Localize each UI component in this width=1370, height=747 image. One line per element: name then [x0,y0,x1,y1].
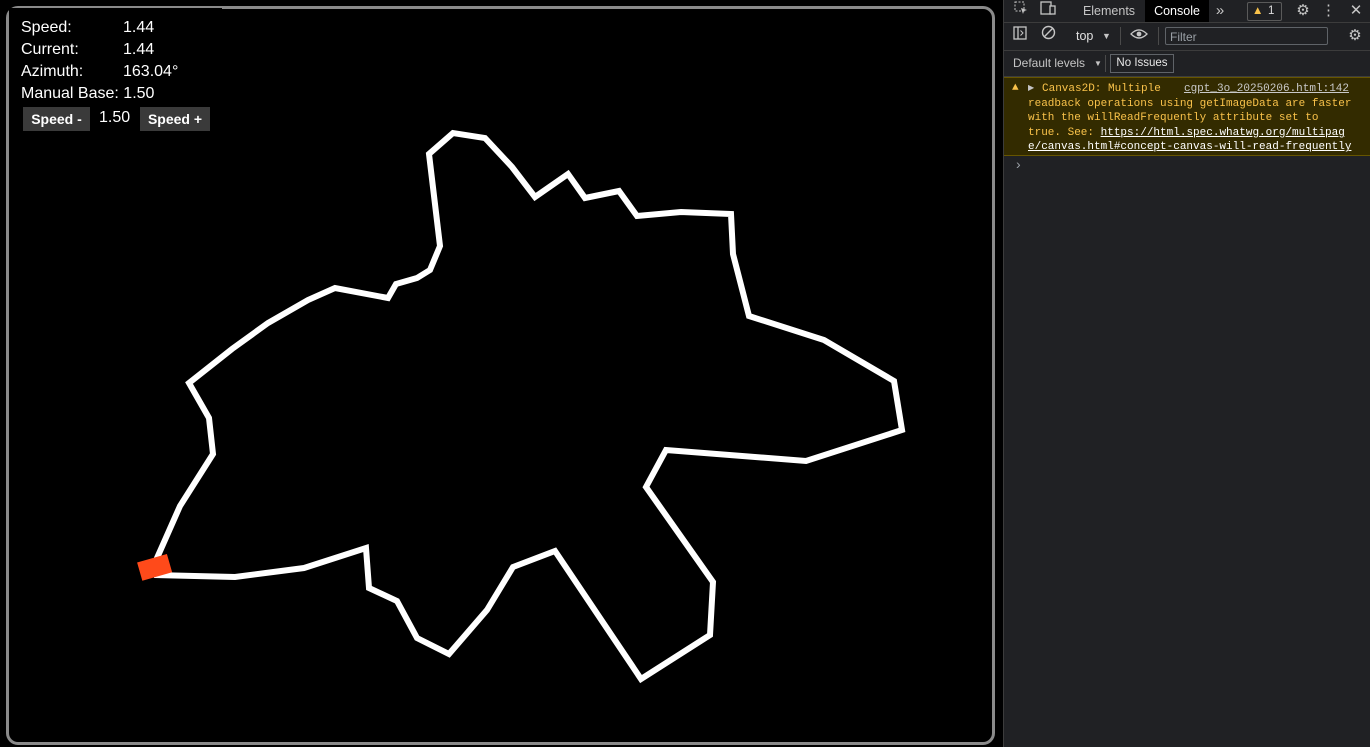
devtools-tabbar: Elements Console » ▲ 1 ⚙ ⋮ ✕ [1004,0,1370,23]
console-prompt[interactable]: › [1016,156,1021,172]
warning-line-2: readback operations using getImageData a… [1028,97,1352,110]
tab-elements[interactable]: Elements [1078,0,1140,22]
log-levels-bar: Default levels ▼ No Issues [1004,51,1370,77]
hud-current-row: Current: 1.44 [21,40,154,60]
console-settings-gear-icon[interactable]: ⚙ [1346,25,1364,47]
warning-triangle-icon: ▲ [1012,82,1019,94]
devtools-panel: Elements Console » ▲ 1 ⚙ ⋮ ✕ top ▼ Filte… [1003,0,1370,747]
game-page: Speed: 1.44 Current: 1.44 Azimuth: 163.0… [0,0,1003,747]
current-label: Current: [21,41,79,58]
filter-input[interactable]: Filter [1165,27,1328,45]
speed-display: 1.50 [99,109,131,126]
warning-line-3: with the willReadFrequently attribute se… [1028,112,1319,125]
warning-count-badge[interactable]: ▲ 1 [1247,2,1282,21]
speed-value: 1.44 [123,19,155,36]
issues-button[interactable]: No Issues [1110,54,1174,73]
log-levels-dropdown[interactable]: Default levels [1013,51,1085,76]
divider [1120,27,1121,45]
divider [1158,27,1159,45]
chevron-down-icon[interactable]: ▼ [1102,23,1111,50]
azimuth-label: Azimuth: [21,63,84,80]
speed-increase-button[interactable]: Speed + [140,107,210,131]
spec-link-continued[interactable]: e/canvas.html#concept-canvas-will-read-f… [1028,141,1351,153]
gear-icon[interactable]: ⚙ [1294,0,1312,22]
chevron-double-right-icon[interactable]: » [1211,0,1229,22]
speed-decrease-button[interactable]: Speed - [23,107,90,131]
hud-speed-row: Speed: 1.44 [21,18,154,38]
inspect-element-icon[interactable] [1012,0,1030,22]
current-value: 1.44 [123,41,155,58]
device-toolbar-icon[interactable] [1039,0,1057,22]
divider [1105,55,1106,72]
sidebar-toggle-icon[interactable] [1011,25,1029,47]
more-options-icon[interactable]: ⋮ [1321,0,1336,22]
warning-count: 1 [1268,5,1275,17]
chevron-down-icon[interactable]: ▼ [1094,51,1102,76]
hud-azimuth-row: Azimuth: 163.04° [21,62,178,82]
speed-label: Speed: [21,19,72,36]
azimuth-value: 163.04° [123,63,179,80]
tab-console[interactable]: Console [1145,0,1209,22]
manual-base-label: Manual Base: [21,85,119,102]
spec-link[interactable]: https://html.spec.whatwg.org/multipag [1101,127,1345,139]
close-icon[interactable]: ✕ [1347,0,1365,22]
warning-line-4: true. See: [1028,126,1101,139]
hud-manual-base-row: Manual Base: 1.50 [21,84,154,104]
track-outline [151,129,906,684]
clear-console-icon[interactable] [1039,25,1057,47]
console-toolbar: top ▼ Filter ⚙ [1004,23,1370,51]
warning-triangle-icon: ▲ [1252,5,1264,17]
eye-icon[interactable] [1129,25,1149,47]
console-warning-message: ▲ ▶ Canvas2D: Multiple readback operatio… [1004,77,1370,156]
source-link[interactable]: cgpt_3o_20250206.html:142 [1184,82,1349,97]
context-selector[interactable]: top [1076,23,1093,50]
manual-base-value: 1.50 [123,85,155,102]
